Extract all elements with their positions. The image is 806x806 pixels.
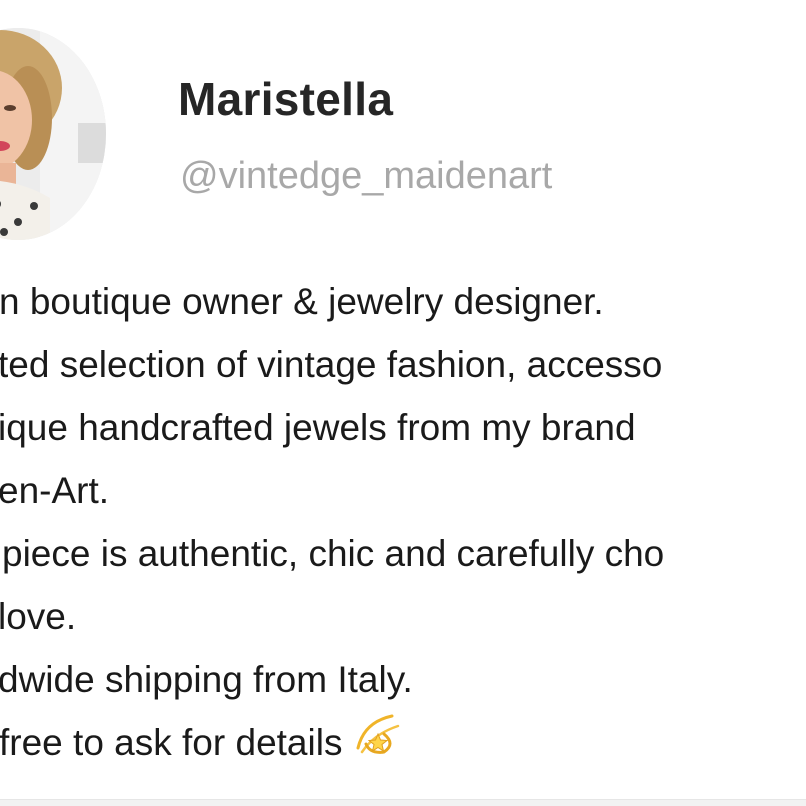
section-divider: [0, 799, 806, 806]
bio-line: n boutique owner & jewelry designer.: [0, 270, 806, 333]
bio-line-text: free to ask for details: [0, 722, 343, 763]
bio-line: free to ask for details: [0, 711, 806, 774]
bio-line-text: ted selection of vintage fashion, access…: [0, 344, 663, 385]
bio-line: piece is authentic, chic and carefully c…: [0, 522, 806, 585]
bio-line: en-Art.: [0, 459, 806, 522]
bio-line: dwide shipping from Italy.: [0, 648, 806, 711]
display-name: Maristella: [178, 73, 394, 125]
bio-line-text: n boutique owner & jewelry designer.: [0, 281, 604, 322]
avatar-photo: [0, 28, 106, 240]
bio-line-text: ique handcrafted jewels from my brand: [0, 407, 636, 448]
bio-line: ique handcrafted jewels from my brand: [0, 396, 806, 459]
bio-line-text: love.: [0, 596, 77, 637]
bio-line: love.: [0, 585, 806, 648]
avatar[interactable]: [0, 28, 106, 240]
dizzy-star-icon: [354, 708, 406, 774]
bio-line-text: piece is authentic, chic and carefully c…: [2, 533, 665, 574]
bio-text: n boutique owner & jewelry designer. ted…: [0, 270, 806, 774]
bio-line: ted selection of vintage fashion, access…: [0, 333, 806, 396]
bio-line-text: dwide shipping from Italy.: [0, 659, 413, 700]
bio-line-text: en-Art.: [0, 470, 110, 511]
profile-card: Maristella @vintedge_maidenart n boutiqu…: [0, 0, 806, 806]
username-handle[interactable]: @vintedge_maidenart: [180, 155, 552, 198]
